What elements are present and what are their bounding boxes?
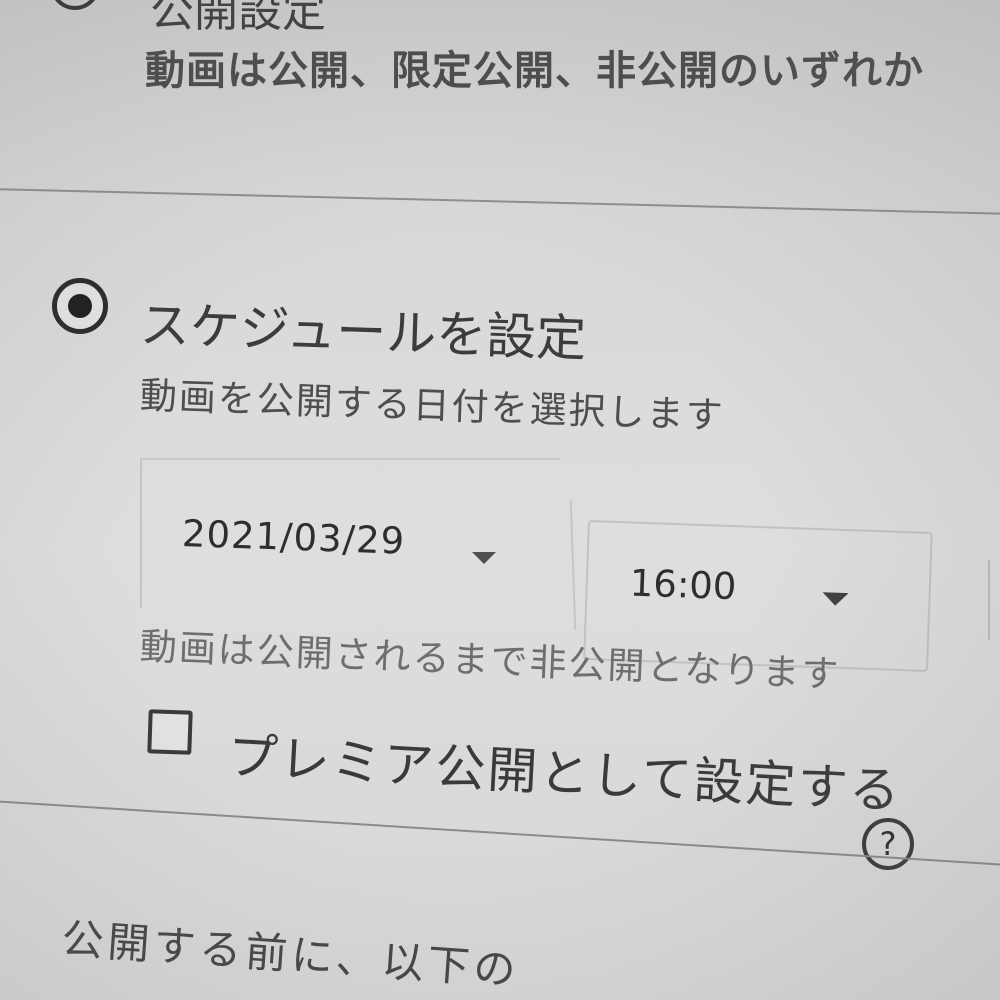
visibility-description: 動画は公開、限定公開、非公開のいずれか <box>145 48 924 94</box>
help-icon[interactable]: ? <box>862 818 914 870</box>
visibility-title: 公開設定 <box>150 0 326 37</box>
schedule-radio-button[interactable] <box>52 278 108 334</box>
pre-publish-notice: 公開する前に、以下の <box>60 914 522 995</box>
premiere-checkbox[interactable] <box>147 709 193 755</box>
time-dropdown-arrow-icon[interactable] <box>822 592 849 607</box>
radio-selected-dot <box>68 294 92 318</box>
visibility-radio[interactable] <box>50 0 100 10</box>
schedule-description: 動画を公開する日付を選択します <box>139 374 726 438</box>
date-dropdown[interactable]: 2021/03/29 <box>140 458 560 608</box>
time-value: 16:00 <box>629 561 738 609</box>
field-separator <box>569 500 577 630</box>
video-visibility-panel: 公開設定 動画は公開、限定公開、非公開のいずれか スケジュールを設定 動画を公開… <box>0 0 1000 1000</box>
date-dropdown-arrow-icon[interactable] <box>472 552 496 564</box>
date-value: 2021/03/29 <box>181 512 406 563</box>
premiere-label[interactable]: プレミア公開として設定する <box>226 716 903 823</box>
timezone-field-edge[interactable] <box>988 560 1000 640</box>
visibility-section: 公開設定 動画は公開、限定公開、非公開のいずれか <box>0 0 1000 190</box>
schedule-option-label[interactable]: スケジュールを設定 <box>139 285 588 371</box>
section-divider <box>0 188 1000 215</box>
